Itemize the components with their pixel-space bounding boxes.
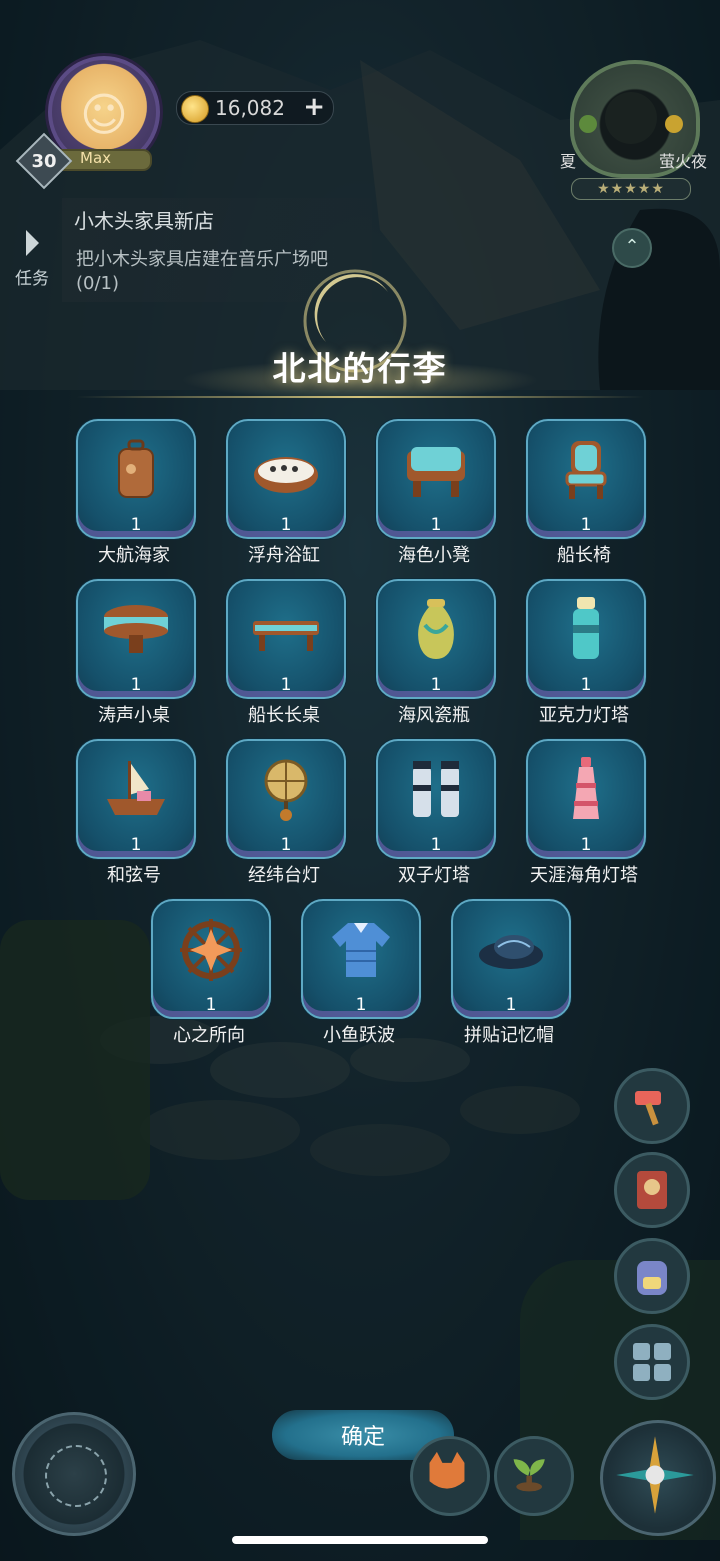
item-name: 大航海家 — [98, 545, 170, 566]
bathtub-icon — [254, 457, 318, 493]
item-count: 1 — [580, 515, 592, 535]
compass-eye-icon — [616, 1436, 694, 1514]
item-slot[interactable]: 1 — [376, 739, 496, 859]
item-name: 和弦号 — [107, 865, 161, 886]
item-count: 1 — [130, 515, 142, 535]
handbook-button[interactable] — [614, 1152, 690, 1228]
item-name: 心之所向 — [173, 1025, 245, 1046]
hammer-icon — [635, 1091, 661, 1126]
item-slot[interactable]: 1 — [76, 739, 196, 859]
suitcase-icon — [118, 439, 154, 498]
item-slot[interactable]: 1 — [226, 739, 346, 859]
item-name: 小鱼跃波 — [323, 1025, 395, 1046]
hat-icon — [479, 935, 543, 969]
item-count: 1 — [430, 515, 442, 535]
item-count: 1 — [280, 675, 292, 695]
collapse-chevron-icon[interactable]: ⌃ — [612, 228, 652, 268]
item-slot[interactable]: 1 — [526, 739, 646, 859]
menu-grid-button[interactable] — [614, 1324, 690, 1400]
item-name: 经纬台灯 — [248, 865, 320, 886]
task-progress: (0/1) — [76, 273, 120, 294]
stool-icon — [407, 447, 465, 497]
task-tab-label[interactable]: 任务 — [15, 264, 49, 289]
item-slot[interactable]: 1 — [76, 419, 196, 539]
moon-grid-icon — [633, 1343, 671, 1381]
task-title: 小木头家具新店 — [74, 209, 214, 233]
item-slot[interactable]: 1 — [526, 579, 646, 699]
compass-left-button[interactable] — [12, 1412, 136, 1536]
item-name: 船长椅 — [557, 545, 611, 566]
level-max-label: Max — [80, 149, 112, 167]
build-button[interactable] — [614, 1068, 690, 1144]
long-table-icon — [253, 621, 319, 651]
add-coins-button[interactable]: + — [303, 92, 325, 122]
task-expand-arrow-icon[interactable] — [26, 230, 39, 256]
item-count: 1 — [280, 515, 292, 535]
shirt-icon — [332, 923, 390, 977]
item-count: 1 — [130, 675, 142, 695]
title-divider — [76, 396, 644, 398]
item-slot[interactable]: 1 — [376, 419, 496, 539]
vase-icon — [418, 599, 454, 659]
sun-compass-icon — [45, 1445, 107, 1507]
avatar-face-icon: ☺ — [80, 87, 128, 142]
twin-lighthouse-icon — [413, 761, 459, 817]
item-count: 1 — [430, 675, 442, 695]
book-icon — [637, 1171, 667, 1209]
season-label: 夏 — [560, 152, 577, 171]
chair-icon — [565, 441, 607, 499]
item-count: 1 — [430, 835, 442, 855]
fox-icon — [429, 1451, 465, 1489]
item-slot[interactable]: 1 — [76, 579, 196, 699]
item-name: 涛声小桌 — [98, 705, 170, 726]
item-name: 船长长桌 — [248, 705, 320, 726]
item-count: 1 — [580, 835, 592, 855]
season-stars: ★★★★★ — [571, 178, 691, 200]
item-name: 亚克力灯塔 — [539, 705, 629, 726]
item-count: 1 — [355, 995, 367, 1015]
item-name: 海风瓷瓶 — [398, 705, 470, 726]
backpack-icon — [637, 1261, 667, 1295]
item-slot[interactable]: 1 — [226, 419, 346, 539]
coin-amount: 16,082 — [215, 96, 285, 120]
coin-counter: 16,082 + — [176, 91, 334, 125]
pink-lighthouse-icon — [573, 757, 599, 819]
item-slot[interactable]: 1 — [301, 899, 421, 1019]
item-name: 双子灯塔 — [398, 865, 470, 886]
backpack-button[interactable] — [614, 1238, 690, 1314]
item-slot[interactable]: 1 — [226, 579, 346, 699]
item-name: 拼贴记忆帽 — [464, 1025, 554, 1046]
dialog-title: 北北的行李 — [272, 349, 448, 388]
planting-button[interactable] — [494, 1436, 574, 1516]
time-of-day-label: 萤火夜 — [659, 152, 708, 171]
ship-icon — [107, 761, 165, 815]
item-name: 浮舟浴缸 — [248, 545, 320, 566]
item-name: 天涯海角灯塔 — [530, 865, 638, 886]
item-slot[interactable]: 1 — [451, 899, 571, 1019]
level-number: 30 — [31, 150, 57, 172]
task-description: 把小木头家具店建在音乐广场吧 — [76, 249, 328, 270]
compass-right-button[interactable] — [600, 1420, 716, 1536]
item-count: 1 — [580, 675, 592, 695]
item-slot[interactable]: 1 — [526, 419, 646, 539]
item-count: 1 — [205, 995, 217, 1015]
home-indicator[interactable] — [232, 1536, 488, 1544]
item-slot[interactable]: 1 — [151, 899, 271, 1019]
item-count: 1 — [280, 835, 292, 855]
ship-wheel-icon — [180, 919, 242, 981]
sprout-icon — [513, 1459, 545, 1492]
item-count: 1 — [130, 835, 142, 855]
fox-button[interactable] — [410, 1436, 490, 1516]
globe-lamp-icon — [264, 759, 308, 821]
item-name: 海色小凳 — [398, 545, 470, 566]
coin-icon — [181, 95, 209, 123]
round-table-icon — [104, 605, 168, 653]
item-slot[interactable]: 1 — [376, 579, 496, 699]
lighthouse-icon — [573, 597, 599, 659]
item-count: 1 — [505, 995, 517, 1015]
